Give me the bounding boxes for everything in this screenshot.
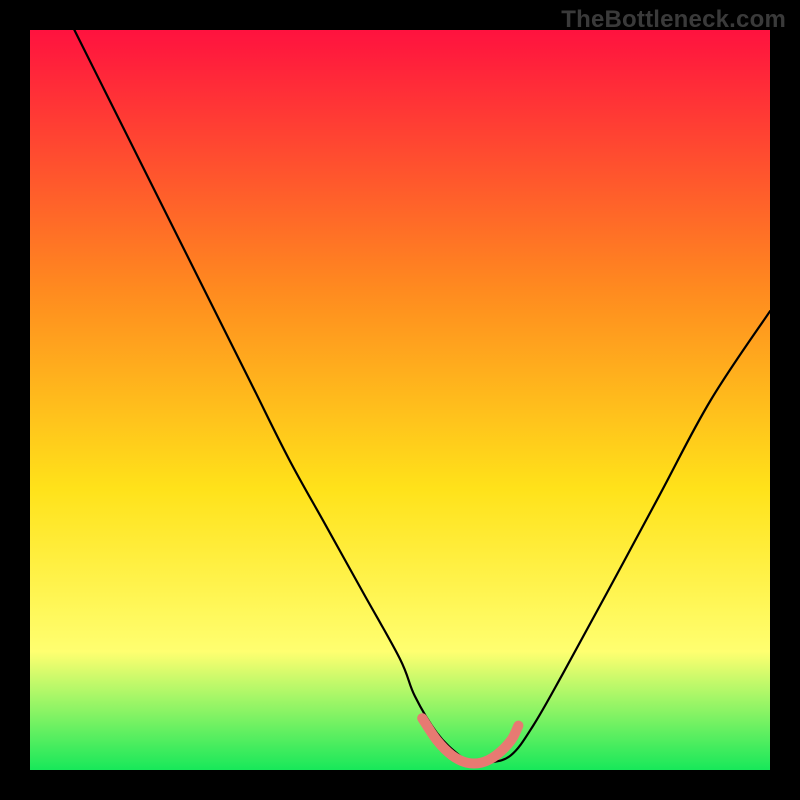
plot-area — [30, 30, 770, 770]
chart-frame: TheBottleneck.com — [0, 0, 800, 800]
chart-svg — [30, 30, 770, 770]
watermark-text: TheBottleneck.com — [561, 6, 786, 34]
